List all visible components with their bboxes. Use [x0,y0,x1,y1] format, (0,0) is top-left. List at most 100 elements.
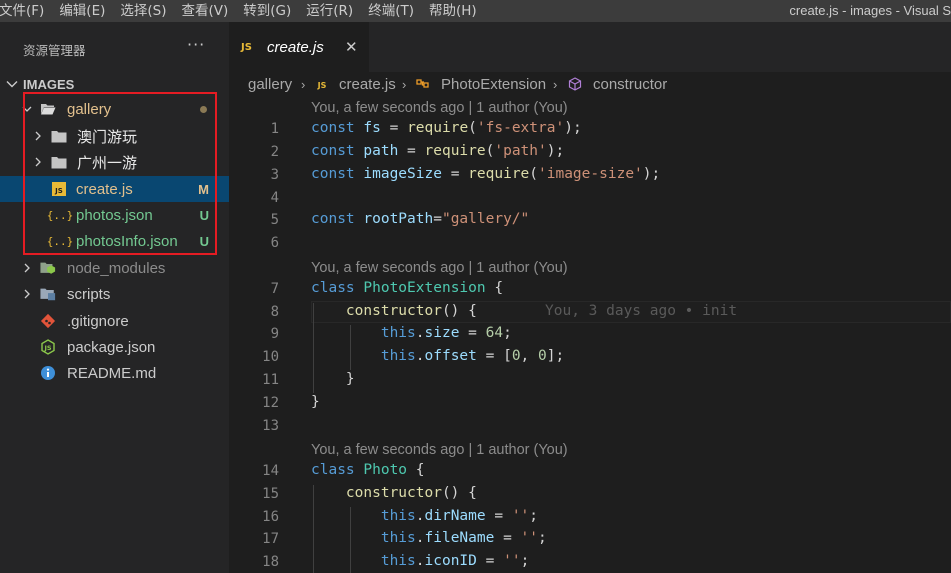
codelens-blame[interactable]: You, a few seconds ago | 1 author (You) [311,442,568,458]
chevron-down-icon [22,106,32,112]
node-folder-icon [40,260,56,276]
line-number: 2 [270,144,279,160]
breadcrumb-file[interactable]: create.js [339,76,396,93]
chevron-down-icon [6,81,18,88]
tree-item-label: create.js [76,180,133,198]
nodejs-icon: JS [40,339,56,355]
line-number: 8 [270,304,279,320]
tree-item-label: photos.json [76,206,153,224]
breadcrumb-method[interactable]: constructor [593,76,667,93]
git-status-badge: M [198,181,209,197]
editor-tab-bar: JS create.js ✕ [229,22,951,72]
tree-item-label: package.json [67,338,156,356]
code-line: const fs = require('fs-extra'); [311,120,582,136]
menu-selection[interactable]: 选择(S) [120,0,173,22]
chevron-right-icon [24,263,30,273]
line-number: 16 [262,509,279,525]
line-number: 13 [262,418,279,434]
svg-text:JS: JS [317,81,327,90]
line-number: 9 [270,326,279,342]
tree-item-package-json[interactable]: JS package.json [0,334,229,360]
line-number: 6 [270,235,279,251]
tab-label: create.js [267,38,324,56]
code-line: class PhotoExtension { [311,280,504,296]
tree-item-label: scripts [67,285,111,303]
menu-edit[interactable]: 编辑(E) [59,0,112,22]
window-title: create.js - images - Visual S [789,3,951,18]
breadcrumb: gallery › JS create.js › PhotoExtension … [229,72,951,96]
folder-icon [51,154,67,170]
code-line: this.fileName = ''; [380,530,547,546]
line-number: 3 [270,167,279,183]
explorer-sidebar: 资源管理器 ··· IMAGES gallery 澳门游玩 广州一游 JS cr… [0,22,229,573]
more-actions-icon[interactable]: ··· [187,35,205,54]
tree-item-scripts[interactable]: scripts [0,281,229,307]
tree-item-label: gallery [67,100,112,118]
codelens-blame[interactable]: You, a few seconds ago | 1 author (You) [311,260,568,276]
workspace-section-header[interactable]: IMAGES [0,74,229,94]
code-line: const rootPath="gallery/" [311,211,530,227]
menu-go[interactable]: 转到(G) [243,0,298,22]
git-status-badge: U [199,207,209,223]
code-line: constructor() { [345,485,477,501]
code-line: } [311,394,320,410]
tree-item-label: photosInfo.json [76,232,178,250]
line-number: 1 [270,121,279,137]
code-line: } [345,371,355,387]
info-icon [40,365,56,381]
tree-item-create-js[interactable]: JS create.js M [0,176,229,202]
workspace-title: IMAGES [23,76,75,92]
breadcrumb-class[interactable]: PhotoExtension [441,76,546,93]
tree-item-gallery[interactable]: gallery [0,96,229,122]
tree-item-folder-macau[interactable]: 澳门游玩 [0,123,229,149]
code-line: this.offset = [0, 0]; [380,348,565,364]
line-number: 18 [262,554,279,570]
line-number: 17 [262,531,279,547]
tree-item-node-modules[interactable]: node_modules [0,255,229,281]
tree-item-label: node_modules [67,259,166,277]
svg-text:JS: JS [43,344,51,352]
tab-create-js[interactable]: JS create.js ✕ [229,22,369,72]
line-number: 4 [270,190,279,206]
class-symbol-icon [415,76,431,93]
close-icon[interactable]: ✕ [345,38,358,56]
tree-item-readme[interactable]: README.md [0,360,229,386]
method-symbol-icon [567,76,583,93]
codelens-blame[interactable]: You, a few seconds ago | 1 author (You) [311,100,568,116]
line-number: 14 [262,463,279,479]
tree-item-label: 广州一游 [77,154,138,172]
folder-icon [51,128,67,144]
tree-item-label: .gitignore [67,312,129,330]
tree-item-photos-json[interactable]: {..} photos.json U [0,202,229,228]
scripts-folder-icon [40,286,56,302]
git-icon [40,313,56,329]
javascript-file-icon: JS [241,41,252,53]
tree-item-folder-guangzhou[interactable]: 广州一游 [0,149,229,175]
line-number: 12 [262,395,279,411]
tree-item-label: README.md [67,364,157,382]
code-line: class Photo { [311,462,425,478]
menu-view[interactable]: 查看(V) [182,0,236,22]
menu-terminal[interactable]: 终端(T) [368,0,421,22]
code-line: const path = require('path'); [311,143,565,159]
menu-help[interactable]: 帮助(H) [429,0,484,22]
explorer-title: 资源管理器 [23,43,86,58]
json-file-icon: {..} [46,234,74,248]
line-number: 10 [262,349,279,365]
chevron-right-icon [35,157,41,167]
line-number: 7 [270,281,279,297]
code-editor[interactable]: You, a few seconds ago | 1 author (You) … [229,96,951,573]
code-line: const imageSize = require('image-size'); [311,166,661,182]
tree-item-gitignore[interactable]: .gitignore [0,308,229,334]
chevron-right-icon: › [301,76,306,92]
tree-item-photosinfo-json[interactable]: {..} photosInfo.json U [0,228,229,254]
code-line: this.iconID = ''; [380,553,530,569]
menu-file[interactable]: 文件(F) [0,0,51,22]
chevron-right-icon: › [553,76,558,92]
menu-run[interactable]: 运行(R) [306,0,360,22]
git-status-badge: U [199,233,209,249]
json-file-icon: {..} [46,208,74,222]
breadcrumb-folder[interactable]: gallery [248,76,292,93]
menu-bar: 文件(F) 编辑(E) 选择(S) 查看(V) 转到(G) 运行(R) 终端(T… [0,0,951,22]
chevron-right-icon: › [402,76,407,92]
